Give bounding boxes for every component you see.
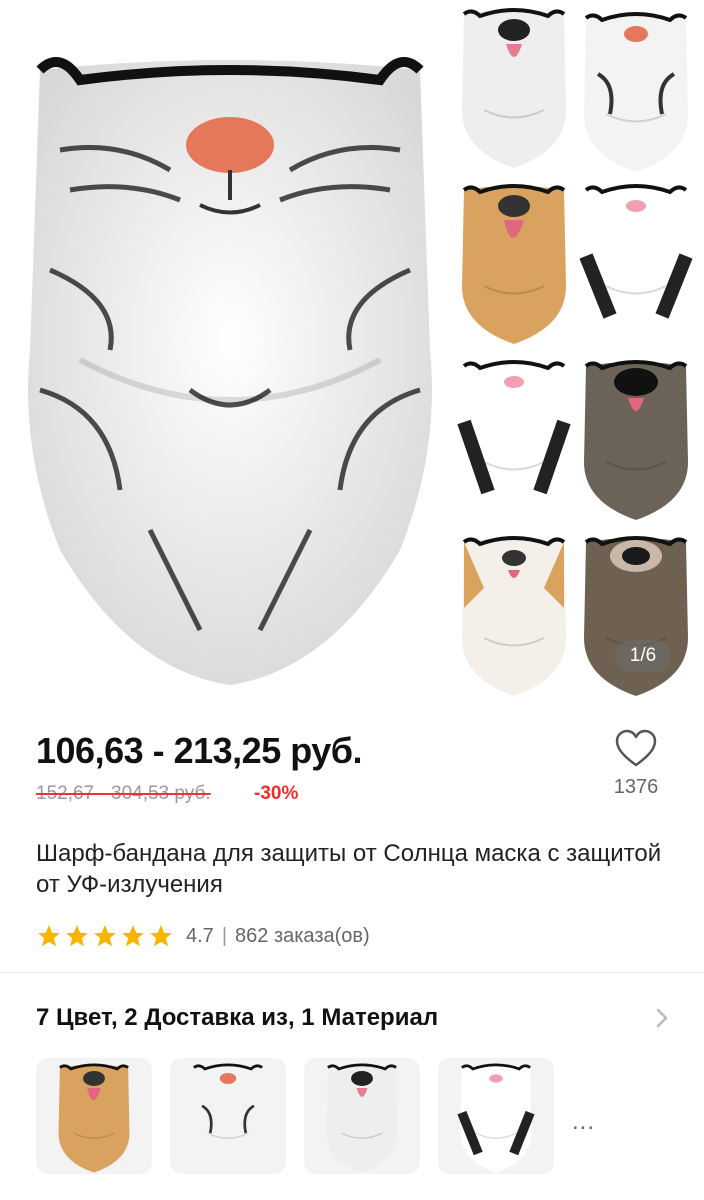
tiger-cat-mask-thumb[interactable] xyxy=(576,4,696,174)
more-variants[interactable]: ... xyxy=(572,1108,595,1136)
star-icon xyxy=(66,925,88,947)
variant-husky-dog[interactable] xyxy=(304,1058,420,1174)
product-gallery[interactable]: 1/6 xyxy=(0,0,704,718)
variant-black-white-cat[interactable] xyxy=(438,1058,554,1174)
rating-separator: | xyxy=(221,924,228,947)
star-icon xyxy=(122,925,144,947)
price-range: 106,63 - 213,25 руб. xyxy=(36,730,363,771)
product-title: Шарф-бандана для защиты от Солнца маска … xyxy=(36,840,662,898)
star-icon xyxy=(38,925,60,947)
tiger-mask-main-image[interactable] xyxy=(0,30,460,690)
rating-row[interactable]: 4.7 | 862 заказа(ов) xyxy=(36,922,370,950)
tiger-cat-mask-image xyxy=(170,1058,286,1174)
husky-dog-mask-image xyxy=(304,1058,420,1174)
variant-tiger-cat[interactable] xyxy=(170,1058,286,1174)
black-white-cat-mask-image xyxy=(457,1058,535,1174)
black-white-cat-mask-thumb[interactable] xyxy=(576,176,696,346)
corgi-dog-mask-thumb[interactable] xyxy=(454,528,574,698)
star-icon xyxy=(94,925,116,947)
rating-stars xyxy=(36,923,174,949)
sloth-mask-thumb[interactable] xyxy=(576,528,696,698)
variant-golden-retriever[interactable] xyxy=(36,1058,152,1174)
orders-count: 862 заказа(ов) xyxy=(235,924,370,947)
husky-dog-mask-thumb[interactable] xyxy=(454,0,574,170)
rating-value: 4.7 xyxy=(186,924,214,947)
chevron-right-icon[interactable] xyxy=(650,1004,674,1032)
gallery-thumbnail-grid xyxy=(448,0,704,718)
discount-badge: -30% xyxy=(254,783,299,804)
black-white-cat-mask-2-thumb[interactable] xyxy=(454,352,574,522)
image-counter-badge: 1/6 xyxy=(615,640,671,672)
favorite-button[interactable]: 1376 xyxy=(608,728,664,812)
pug-dog-mask-thumb[interactable] xyxy=(576,352,696,522)
golden-retriever-mask-thumb[interactable] xyxy=(454,176,574,346)
old-price: 152,67 - 304,53 руб. xyxy=(36,783,211,804)
section-divider xyxy=(0,972,704,973)
options-summary[interactable]: 7 Цвет, 2 Доставка из, 1 Материал xyxy=(36,1004,438,1032)
star-icon xyxy=(150,925,172,947)
favorites-count: 1376 xyxy=(613,776,659,798)
heart-icon xyxy=(615,729,657,767)
golden-retriever-mask-image xyxy=(36,1058,152,1174)
